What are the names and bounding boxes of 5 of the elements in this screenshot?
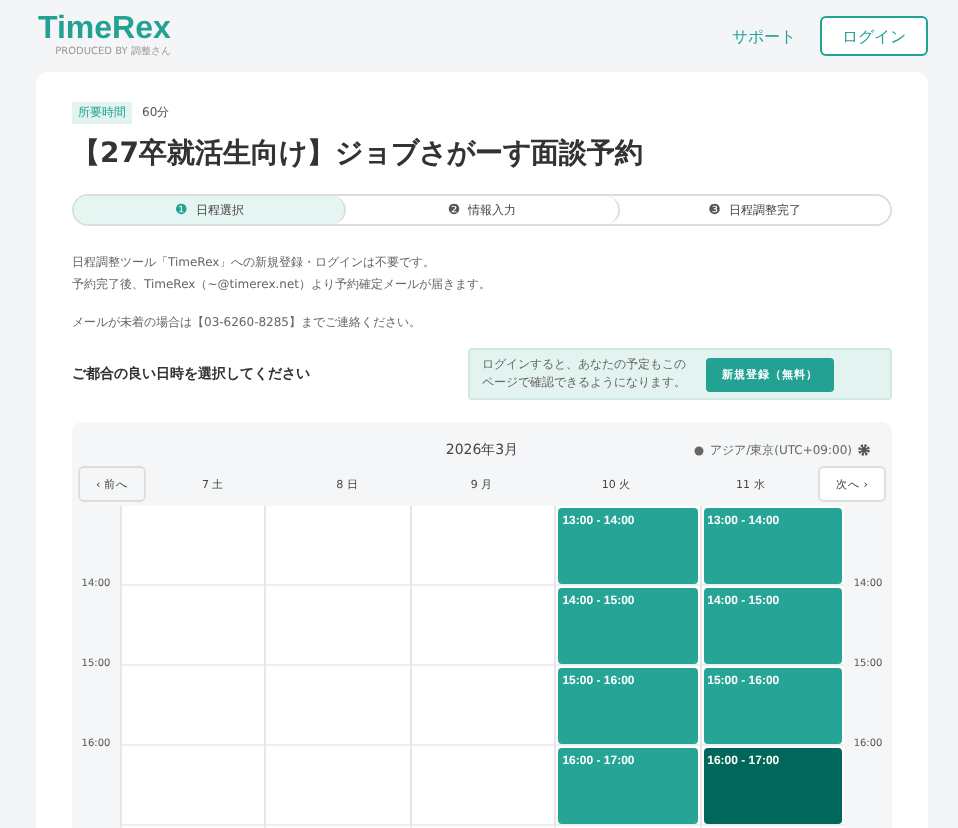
login-button[interactable]: ログイン [820,16,928,56]
logo[interactable]: TimeRex [38,14,171,46]
settings-icon[interactable] [858,444,870,456]
event-title: 【27卒就活生向け】ジョブさがーす面談予約 [72,136,645,172]
support-link[interactable]: サポート [732,25,796,47]
